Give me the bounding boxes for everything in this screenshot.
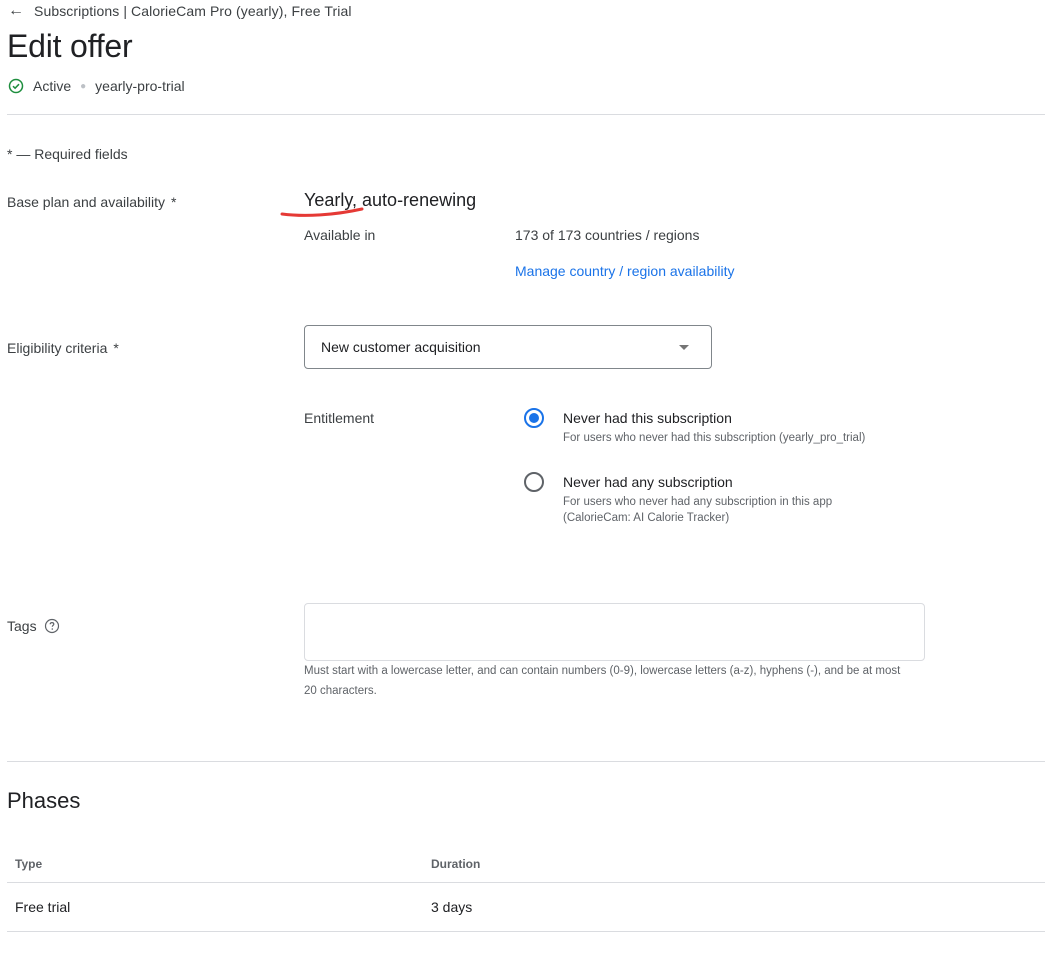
table-header: Type Duration [7,845,1045,883]
radio-never-had-any[interactable] [524,472,544,492]
status-row: Active ● yearly-pro-trial [8,78,185,94]
phases-title: Phases [7,788,81,813]
radio-never-had-this[interactable] [524,408,544,428]
phase-type-cell: Free trial [15,899,71,915]
tags-label-text: Tags [7,618,37,634]
column-header-type: Type [15,857,43,871]
radio-never-had-any-title[interactable]: Never had any subscription [563,474,733,490]
table-row[interactable]: Free trial 3 days [7,883,1045,932]
radio-never-had-any-desc: For users who never had any subscription… [563,496,833,524]
eligibility-label-text: Eligibility criteria [7,340,108,356]
eligibility-select[interactable]: New customer acquisition [304,325,712,369]
entitlement-label: Entitlement [304,410,375,426]
column-header-duration: Duration [431,857,481,871]
tags-input[interactable] [304,603,925,661]
base-plan-label: Base plan and availability * [7,194,176,210]
header-divider [7,114,1045,115]
annotation-underline [280,207,364,217]
dropdown-caret-icon [679,345,689,350]
required-star: * [113,340,119,356]
edit-offer-page: ← Subscriptions | CalorieCam Pro (yearly… [0,0,1045,958]
required-star: * [171,194,177,210]
available-in-value: 173 of 173 countries / regions [515,227,700,243]
eligibility-label: Eligibility criteria * [7,340,119,356]
breadcrumb-text[interactable]: Subscriptions | CalorieCam Pro (yearly),… [34,3,352,19]
required-note: * — Required fields [7,146,128,162]
tags-hint: Must start with a lowercase letter, and … [304,665,901,697]
page-title: Edit offer [7,28,133,64]
breadcrumb: ← Subscriptions | CalorieCam Pro (yearly… [8,1,352,21]
phases-table: Type Duration Free trial 3 days [7,845,1045,932]
separator-dot: ● [80,80,87,92]
manage-availability-link[interactable]: Manage country / region availability [515,263,734,279]
base-plan-label-text: Base plan and availability [7,194,165,210]
back-arrow-icon[interactable]: ← [8,3,24,19]
radio-never-had-this-desc: For users who never had this subscriptio… [563,432,866,444]
check-circle-icon [8,78,24,94]
status-text: Active [33,78,72,94]
offer-id: yearly-pro-trial [95,78,185,94]
eligibility-selected-value: New customer acquisition [321,339,481,355]
section-divider [7,761,1045,762]
radio-never-had-this-title[interactable]: Never had this subscription [563,410,732,426]
available-in-label: Available in [304,227,376,243]
tags-label: Tags [7,618,60,634]
phase-duration-cell: 3 days [431,899,473,915]
help-icon[interactable] [44,618,60,634]
